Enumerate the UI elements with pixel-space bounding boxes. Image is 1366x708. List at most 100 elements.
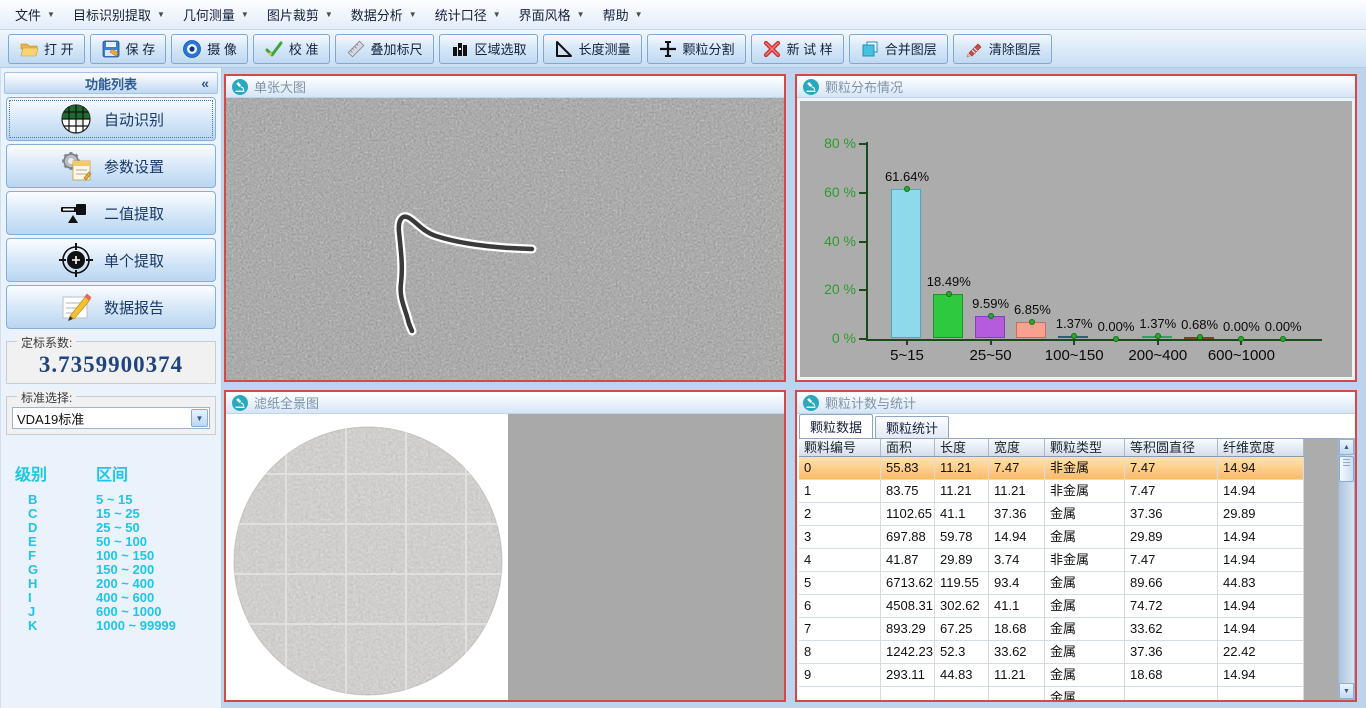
- save-button[interactable]: 保 存: [90, 34, 167, 64]
- calibrate-button[interactable]: 校 准: [253, 34, 330, 64]
- scroll-down-arrow-icon[interactable]: ▼: [1339, 683, 1354, 699]
- capture-button[interactable]: 摄 像: [171, 34, 248, 64]
- panel-header: 单张大图: [226, 76, 784, 98]
- param-settings-button[interactable]: 参数设置: [6, 144, 216, 188]
- merge-layers-button[interactable]: 合并图层: [849, 34, 948, 64]
- menu-label: 帮助: [603, 5, 629, 24]
- column-header[interactable]: 颗料编号: [799, 439, 881, 456]
- new-sample-button[interactable]: 新 试 样: [751, 34, 844, 64]
- table-row-clipped[interactable]: 金属: [799, 687, 1304, 700]
- panorama-canvas[interactable]: [226, 414, 784, 700]
- table-cell: 14.94: [1218, 595, 1304, 617]
- auto-recognize-button[interactable]: 自动识别: [6, 97, 216, 141]
- table-row[interactable]: 7893.2967.2518.68金属33.6214.94: [799, 618, 1304, 641]
- chevron-down-icon: ▼: [409, 10, 417, 19]
- table-cell: 33.62: [989, 641, 1045, 663]
- table-cell: 74.72: [1125, 595, 1218, 617]
- table-row[interactable]: 9293.1144.8311.21金属18.6814.94: [799, 664, 1304, 687]
- column-header[interactable]: 等积圆直径: [1125, 439, 1218, 456]
- chevron-down-icon: ▼: [241, 10, 249, 19]
- table-row[interactable]: 81242.2352.333.62金属37.3622.42: [799, 641, 1304, 664]
- table-row[interactable]: 56713.62119.5593.4金属89.6644.83: [799, 572, 1304, 595]
- menu-item-geometry-measure[interactable]: 几何测量▼: [174, 3, 258, 27]
- toolbar: 打 开 保 存 摄 像 校 准 叠加标尺 区域选取 长度测量 颗粒分割: [0, 30, 1366, 68]
- table-cell: 52.3: [935, 641, 989, 663]
- data-point-marker: [946, 291, 952, 297]
- single-image-canvas[interactable]: [226, 98, 784, 380]
- y-axis-line: [866, 142, 868, 341]
- chart-bar: [891, 189, 921, 338]
- menu-item-statistic-caliber[interactable]: 统计口径▼: [426, 3, 510, 27]
- menu-item-help[interactable]: 帮助▼: [594, 3, 652, 27]
- menu-item-image-crop[interactable]: 图片裁剪▼: [258, 3, 342, 27]
- table-row[interactable]: 64508.31302.6241.1金属74.7214.94: [799, 595, 1304, 618]
- bar-value-label: 1.37%: [1139, 316, 1176, 331]
- grade-range-header: 区间: [96, 461, 128, 485]
- grade-level: K: [1, 619, 96, 633]
- chevron-down-icon: ▼: [157, 10, 165, 19]
- menu-item-target-extract[interactable]: 目标识别提取▼: [64, 3, 174, 27]
- region-select-button[interactable]: 区域选取: [439, 34, 538, 64]
- table-row[interactable]: 441.8729.893.74非金属7.4714.94: [799, 549, 1304, 572]
- grade-level: H: [1, 577, 96, 591]
- grade-range: 100 ~ 150: [96, 549, 154, 563]
- table-cell: 金属: [1045, 503, 1125, 525]
- table-vertical-scrollbar[interactable]: ▲ ▼: [1338, 438, 1355, 700]
- table-cell: 29.89: [935, 549, 989, 571]
- table-cell: 4508.31: [881, 595, 935, 617]
- table-cell: 金属: [1045, 687, 1125, 700]
- scroll-up-arrow-icon[interactable]: ▲: [1339, 439, 1354, 455]
- y-tick-mark: [859, 241, 866, 243]
- single-extract-button[interactable]: 单个提取: [6, 238, 216, 282]
- table-row[interactable]: 3697.8859.7814.94金属29.8914.94: [799, 526, 1304, 549]
- grade-row: G150 ~ 200: [1, 563, 221, 577]
- menu-item-file[interactable]: 文件▼: [6, 3, 64, 27]
- overlay-ruler-button[interactable]: 叠加标尺: [335, 34, 434, 64]
- table-cell: 18.68: [1125, 664, 1218, 686]
- open-button[interactable]: 打 开: [8, 34, 85, 64]
- y-tick-label: 80 %: [808, 135, 856, 151]
- menu-item-data-analysis[interactable]: 数据分析▼: [342, 3, 426, 27]
- menu-label: 界面风格: [519, 5, 571, 24]
- particle-split-button[interactable]: 颗粒分割: [647, 34, 746, 64]
- grade-range: 200 ~ 400: [96, 577, 154, 591]
- particle-statistics-panel: 颗粒计数与统计 颗粒数据 颗粒统计 颗料编号面积长度宽度颗粒类型等积圆直径纤维宽…: [795, 390, 1357, 702]
- panel-title: 颗粒分布情况: [825, 77, 903, 96]
- table-row[interactable]: 183.7511.2111.21非金属7.4714.94: [799, 480, 1304, 503]
- column-header[interactable]: 长度: [935, 439, 989, 456]
- grade-range: 5 ~ 15: [96, 493, 133, 507]
- table-row[interactable]: 21102.6541.137.36金属37.3629.89: [799, 503, 1304, 526]
- grade-rows: B5 ~ 15C15 ~ 25D25 ~ 50E50 ~ 100F100 ~ 1…: [1, 493, 221, 633]
- standard-select[interactable]: VDA19标准 ▼: [12, 407, 210, 429]
- clear-layers-button[interactable]: 清除图层: [953, 34, 1052, 64]
- particle-distribution-panel: 颗粒分布情况 0 %20 %40 %60 %80 %61.64%18.49%9.…: [795, 74, 1357, 382]
- column-header[interactable]: 颗粒类型: [1045, 439, 1125, 456]
- column-header[interactable]: 面积: [881, 439, 935, 456]
- table-cell: 6: [799, 595, 881, 617]
- filter-paper-image: [226, 414, 508, 700]
- merge-layers-icon: [860, 39, 880, 59]
- column-header[interactable]: 纤维宽度: [1218, 439, 1304, 456]
- button-label: 新 试 样: [787, 39, 833, 58]
- table-cell: 7.47: [989, 457, 1045, 479]
- statistics-tabbar: 颗粒数据 颗粒统计: [799, 414, 951, 438]
- data-report-button[interactable]: 数据报告: [6, 285, 216, 329]
- tab-particle-data[interactable]: 颗粒数据: [799, 414, 873, 438]
- length-measure-button[interactable]: 长度测量: [543, 34, 642, 64]
- chart-plot: 0 %20 %40 %60 %80 %61.64%18.49%9.59%6.85…: [800, 101, 1352, 377]
- button-label: 合并图层: [885, 39, 937, 58]
- collapse-sidebar-button[interactable]: «: [201, 75, 209, 91]
- tab-particle-statistics[interactable]: 颗粒统计: [875, 416, 949, 438]
- column-header[interactable]: 宽度: [989, 439, 1045, 456]
- table-cell: [1125, 687, 1218, 700]
- binary-extract-button[interactable]: 二值提取: [6, 191, 216, 235]
- scrollbar-thumb[interactable]: [1339, 456, 1354, 482]
- x-tick-mark: [1157, 341, 1159, 345]
- panel-header: 滤纸全景图: [226, 392, 784, 414]
- y-tick-label: 0 %: [808, 330, 856, 346]
- table-cell: 1242.23: [881, 641, 935, 663]
- dropdown-arrow-icon[interactable]: ▼: [191, 409, 208, 427]
- menu-item-ui-style[interactable]: 界面风格▼: [510, 3, 594, 27]
- table-cell: 89.66: [1125, 572, 1218, 594]
- table-row[interactable]: 055.8311.217.47非金属7.4714.94: [799, 457, 1304, 480]
